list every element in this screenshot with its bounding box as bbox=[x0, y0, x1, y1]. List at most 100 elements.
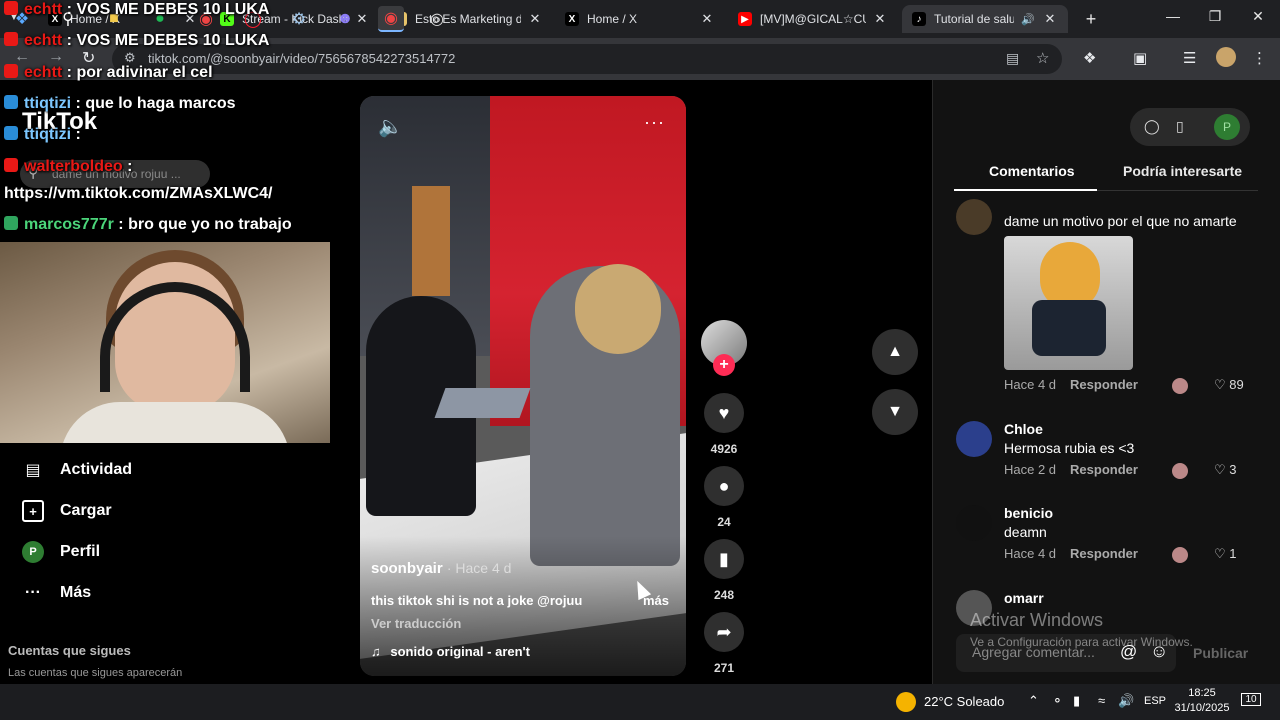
steam-icon[interactable]: ⚙ bbox=[286, 6, 312, 32]
comment-like-button[interactable]: ♡ 1 bbox=[1214, 546, 1237, 562]
tab-comments[interactable]: Comentarios bbox=[989, 163, 1075, 179]
weather-sun-icon[interactable] bbox=[896, 692, 916, 712]
notifications-button[interactable]: 10 bbox=[1240, 691, 1262, 711]
bookmark-star-icon[interactable]: ☆ bbox=[1036, 49, 1049, 67]
clock-date: 31/10/2025 bbox=[1174, 702, 1230, 714]
top-right-controls: ◯ ▯ P bbox=[1130, 108, 1250, 146]
like-button[interactable]: ♥ bbox=[704, 393, 744, 433]
comment-author[interactable]: benicio bbox=[1004, 505, 1053, 521]
chat-message: walterboldeo : bbox=[4, 158, 132, 176]
tray-chevron-icon[interactable]: ⌃ bbox=[1028, 693, 1039, 709]
sidebar-item-activity[interactable]: ▤ Actividad bbox=[22, 457, 132, 483]
browser-tab[interactable]: ♪ Tutorial de salud 🔊 ✕ bbox=[902, 5, 1068, 33]
browser-tab[interactable]: X Home / X ✕ bbox=[555, 5, 725, 33]
discord-icon[interactable]: ☻ bbox=[332, 6, 358, 32]
tab-audio-icon[interactable]: 🔊 bbox=[1020, 13, 1036, 26]
previous-video-button[interactable]: ▲ bbox=[872, 329, 918, 375]
tab-close-icon[interactable]: ✕ bbox=[1042, 11, 1058, 27]
comment-button[interactable]: ● bbox=[704, 466, 744, 506]
extensions-icon[interactable]: ❖ bbox=[1083, 49, 1096, 67]
wifi-icon[interactable]: ≈ bbox=[1098, 693, 1105, 708]
reply-button[interactable]: Responder bbox=[1070, 546, 1138, 561]
chrome-active-icon[interactable]: ◉ bbox=[378, 6, 404, 32]
windows-activation-watermark: Activar Windows bbox=[970, 610, 1104, 630]
device-icon[interactable]: ▯ bbox=[1176, 118, 1184, 135]
tab-close-icon[interactable]: ✕ bbox=[699, 11, 715, 27]
chat-separator: : bbox=[122, 158, 133, 175]
chat-nick: walterboldeo bbox=[24, 158, 123, 175]
chat-message: ttiqtizi : bbox=[4, 126, 85, 144]
comment-text: dame un motivo por el que no amarte bbox=[1004, 213, 1237, 229]
chat-separator: : bbox=[113, 216, 129, 233]
comment-meta: Hace 4 d Responder bbox=[1004, 546, 1138, 561]
browser-tab[interactable]: ▶ [MV]M@GICAL☆CU ✕ bbox=[728, 5, 898, 33]
new-tab-button[interactable]: + bbox=[1076, 9, 1106, 30]
coin-icon[interactable]: ◯ bbox=[1144, 118, 1160, 135]
volume-tray-icon[interactable]: 🔊 bbox=[1118, 693, 1134, 709]
share-button[interactable]: ➦ bbox=[704, 612, 744, 652]
chat-badge-icon bbox=[4, 64, 18, 78]
tab-close-icon[interactable]: ✕ bbox=[527, 11, 543, 27]
language-indicator[interactable]: ESP bbox=[1144, 695, 1166, 707]
heart-outline-icon: ♡ bbox=[1214, 546, 1230, 561]
profile-avatar-icon[interactable] bbox=[1216, 47, 1236, 67]
chat-message: marcos777r : bro que yo no trabajo bbox=[4, 216, 292, 234]
reading-list-icon[interactable]: ☰ bbox=[1183, 49, 1196, 67]
comment-like-button[interactable]: ♡ 89 bbox=[1214, 377, 1244, 393]
comment-like-button[interactable]: ♡ 3 bbox=[1214, 462, 1237, 478]
install-app-icon[interactable]: ▤ bbox=[1006, 50, 1019, 67]
reply-button[interactable]: Responder bbox=[1070, 462, 1138, 477]
chat-badge-icon bbox=[4, 1, 18, 15]
browser-tab[interactable]: ◒Esto Es Marketing de✕ bbox=[383, 5, 553, 33]
chat-nick: marcos777r bbox=[24, 216, 114, 233]
reply-button[interactable]: Responder bbox=[1070, 377, 1138, 392]
close-window-button[interactable]: ✕ bbox=[1243, 8, 1273, 25]
heart-outline-icon: ♡ bbox=[1214, 377, 1230, 392]
more-icon: ··· bbox=[25, 584, 41, 601]
comment-avatar[interactable] bbox=[956, 199, 992, 235]
tab-active-underline bbox=[954, 189, 1097, 191]
author-name[interactable]: soonbyair bbox=[371, 560, 443, 577]
weather-text[interactable]: 22°C Soleado bbox=[924, 694, 1004, 709]
comment-like-count: 1 bbox=[1229, 546, 1237, 561]
tab-title: Tutorial de salud bbox=[934, 12, 1014, 26]
windows-taskbar bbox=[0, 684, 1280, 720]
translate-link[interactable]: Ver traducción bbox=[371, 616, 461, 631]
follow-plus-icon[interactable]: + bbox=[713, 354, 735, 376]
sidebar-item-label: Perfil bbox=[60, 543, 101, 560]
media-icon[interactable]: ▣ bbox=[1133, 49, 1147, 67]
maximize-button[interactable]: ❐ bbox=[1200, 8, 1230, 25]
comment-author[interactable]: omarr bbox=[1004, 590, 1044, 606]
tray-app-icon[interactable]: ⚬ bbox=[1052, 693, 1063, 709]
chat-message: echtt : por adivinar el cel bbox=[4, 64, 213, 82]
video-author[interactable]: soonbyair · Hace 4 d bbox=[371, 560, 511, 577]
tab-close-icon[interactable]: ✕ bbox=[872, 11, 888, 27]
user-avatar[interactable]: P bbox=[1214, 114, 1240, 140]
sidebar-item-upload[interactable]: + Cargar bbox=[22, 498, 112, 524]
publish-button[interactable]: Publicar bbox=[1193, 645, 1248, 661]
obs-icon[interactable]: ◎ bbox=[424, 6, 450, 32]
video-more-icon[interactable]: ··· bbox=[644, 112, 665, 133]
comment-author[interactable]: Chloe bbox=[1004, 421, 1043, 437]
tab-might-interest[interactable]: Podría interesarte bbox=[1123, 163, 1242, 179]
chevron-up-icon: ▲ bbox=[887, 343, 903, 360]
browser-menu-icon[interactable]: ⋮ bbox=[1252, 49, 1267, 67]
sound-link[interactable]: ♫ sonido original - aren't bbox=[371, 644, 530, 659]
system-clock[interactable]: 18:25 31/10/2025 bbox=[1172, 686, 1232, 716]
save-button[interactable]: ▮ bbox=[704, 539, 744, 579]
chat-nick: echtt bbox=[24, 32, 63, 49]
chat-message: https://vm.tiktok.com/ZMAsXLWC4/ bbox=[4, 185, 272, 203]
microphone-icon[interactable]: ▮ bbox=[1073, 693, 1080, 709]
volume-icon[interactable]: 🔈 bbox=[378, 114, 403, 139]
sidebar-item-label: Actividad bbox=[60, 461, 133, 478]
video-scene-door bbox=[412, 186, 450, 296]
comment-avatar[interactable] bbox=[956, 505, 992, 541]
comment-avatar[interactable] bbox=[956, 421, 992, 457]
sidebar-item-profile[interactable]: P Perfil bbox=[22, 539, 100, 565]
share-count: 271 bbox=[713, 661, 735, 675]
comment-sticker-image[interactable] bbox=[1004, 236, 1133, 370]
sidebar-item-more[interactable]: ··· Más bbox=[22, 580, 91, 606]
next-video-button[interactable]: ▼ bbox=[872, 389, 918, 435]
video-scene-laptop bbox=[434, 388, 531, 418]
minimize-button[interactable]: — bbox=[1158, 8, 1188, 24]
